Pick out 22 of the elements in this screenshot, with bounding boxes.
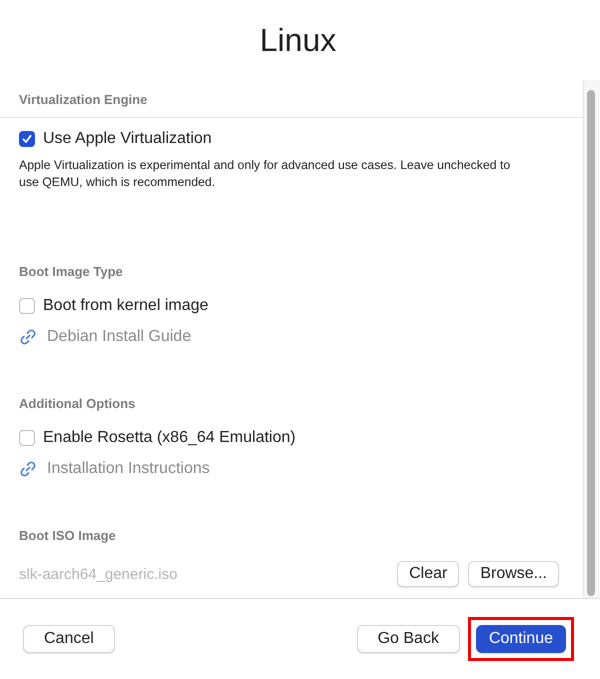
scrollbar[interactable] (584, 80, 600, 598)
dialog-button[interactable]: Cancel (23, 625, 115, 653)
file-path-field[interactable]: slk-aarch64_generic.iso (19, 566, 388, 582)
description-text: Apple Virtualization is experimental and only for advanced use cases. Leave unchecked to use QEMU, which is recommended. (19, 157, 512, 191)
section-header: Virtualization Engine (19, 92, 148, 107)
checkbox-option[interactable]: Use Apple Virtualization (19, 130, 212, 148)
checkbox-option[interactable]: Boot from kernel image (19, 297, 208, 315)
file-button[interactable]: Browse... (468, 561, 559, 587)
checkmark-icon (21, 133, 33, 145)
link-icon (19, 328, 37, 346)
section-header: Boot Image Type (19, 264, 123, 279)
section-header: Additional Options (19, 396, 136, 411)
checkbox[interactable] (19, 298, 35, 314)
file-button[interactable]: Clear (397, 561, 460, 587)
checkbox[interactable] (19, 430, 35, 446)
section-header: Boot ISO Image (19, 528, 116, 543)
dialog-button[interactable]: Go Back (356, 625, 460, 653)
checkbox-option[interactable]: Enable Rosetta (x86_64 Emulation) (19, 429, 296, 447)
link-icon (19, 460, 37, 478)
continue-button[interactable]: Continue (476, 625, 566, 653)
checkbox[interactable] (19, 131, 35, 147)
window-title: Linux (260, 22, 336, 58)
